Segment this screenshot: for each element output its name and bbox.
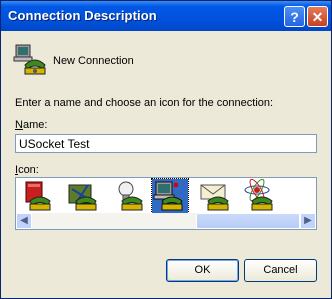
atom-phone-icon[interactable] — [242, 178, 278, 213]
scroll-right-arrow-icon[interactable]: ▶ — [300, 213, 316, 229]
icon-list[interactable]: ◀ ▶ — [15, 177, 317, 230]
horizontal-scrollbar[interactable]: ◀ ▶ — [16, 213, 316, 229]
instruction-text: Enter a name and choose an icon for the … — [15, 97, 274, 109]
ok-button[interactable]: OK — [166, 259, 239, 282]
connection-description-dialog: Connection Description ? ✕ New Connectio… — [0, 0, 332, 299]
computer-phone-icon[interactable] — [151, 178, 189, 214]
book-phone-icon[interactable] — [20, 179, 56, 213]
scrollbar-thumb[interactable] — [196, 213, 300, 229]
lightbulb-phone-icon[interactable] — [112, 179, 148, 213]
cancel-button[interactable]: Cancel — [244, 259, 317, 282]
name-label: Name: — [15, 119, 48, 131]
window-title: Connection Description — [8, 8, 157, 23]
connection-name-label: New Connection — [53, 55, 134, 67]
title-bar[interactable]: Connection Description ? ✕ — [1, 1, 331, 31]
icon-row — [16, 178, 316, 214]
help-button[interactable]: ? — [284, 6, 305, 27]
envelope-phone-icon[interactable] — [198, 179, 234, 213]
phone-computer-icon — [13, 44, 46, 75]
briefcase-phone-icon[interactable] — [66, 179, 102, 213]
scroll-left-arrow-icon[interactable]: ◀ — [16, 213, 32, 229]
close-button[interactable]: ✕ — [307, 6, 328, 27]
name-input[interactable] — [15, 134, 317, 153]
icon-label: Icon: — [15, 164, 39, 176]
